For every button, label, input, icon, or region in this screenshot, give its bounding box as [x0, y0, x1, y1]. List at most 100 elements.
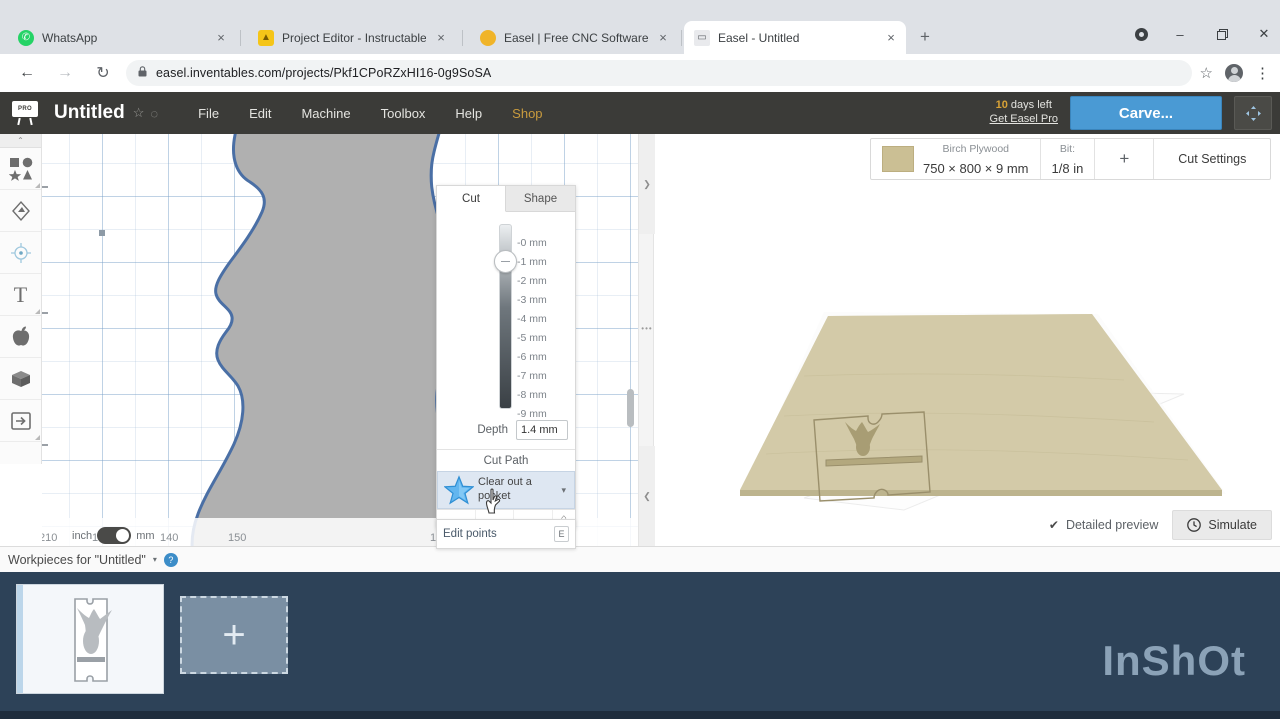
reload-button[interactable]: ↻: [88, 58, 118, 88]
saving-spinner-icon: ◌: [150, 105, 159, 121]
whatsapp-icon: ✆: [18, 29, 34, 46]
page-title: Untitled: [54, 102, 125, 123]
tab-close-button[interactable]: ×: [432, 29, 450, 47]
new-tab-button[interactable]: +: [914, 26, 936, 48]
menu-file[interactable]: File: [198, 106, 219, 121]
box-icon: [11, 371, 30, 387]
maximize-button[interactable]: [1212, 24, 1232, 44]
browser-tab-instructables[interactable]: ▲ Project Editor - Instructables ×: [248, 21, 456, 54]
plus-icon: +: [1119, 149, 1130, 168]
easel-window-icon: ▭: [694, 29, 710, 46]
slider-tick: -1 mm: [517, 256, 547, 268]
detailed-preview-label: Detailed preview: [1065, 518, 1159, 532]
bit-label: Bit:: [1059, 143, 1075, 156]
text-tool-button[interactable]: T: [0, 274, 41, 316]
browser-menu-icon[interactable]: ⋮: [1255, 64, 1270, 82]
forward-button[interactable]: →: [50, 58, 80, 88]
simulate-label: Simulate: [1208, 518, 1257, 532]
menu-edit[interactable]: Edit: [249, 106, 271, 121]
menu-toolbox[interactable]: Toolbox: [381, 106, 426, 121]
pen-tool-button[interactable]: [0, 190, 41, 232]
tab-cut[interactable]: Cut: [437, 186, 506, 212]
address-bar[interactable]: easel.inventables.com/projects/Pkf1CPoRZ…: [126, 60, 1192, 86]
carve-button[interactable]: Carve...: [1070, 96, 1222, 130]
menu-machine[interactable]: Machine: [301, 106, 350, 121]
center-tool-button[interactable]: [0, 232, 41, 274]
unit-toggle[interactable]: inch mm: [72, 527, 155, 544]
trial-days-text: 10 days left: [990, 99, 1058, 113]
depth-input[interactable]: 1.4 mm: [516, 420, 568, 440]
fullscreen-button[interactable]: [1234, 96, 1272, 130]
toolbar-collapse-button[interactable]: ⌃: [0, 134, 41, 148]
tab-title: Easel | Free CNC Software | Inven: [504, 30, 648, 45]
plus-icon: +: [222, 613, 246, 657]
depth-label: Depth: [477, 424, 508, 436]
workpiece-thumbnail[interactable]: [16, 584, 164, 694]
apple-tool-button[interactable]: [0, 316, 41, 358]
slider-tick: -6 mm: [517, 351, 547, 363]
panel-splitter[interactable]: ❯ ••• ❮: [627, 134, 655, 546]
cut-panel: Cut Shape -0 mm -1 mm -2 mm -3 mm -4 mm …: [436, 185, 576, 528]
pen-icon: [11, 200, 30, 221]
tabstrip: ✆ WhatsApp × ▲ Project Editor - Instruct…: [0, 0, 1280, 54]
easel-logo-icon[interactable]: PRO: [12, 101, 40, 125]
depth-slider[interactable]: -0 mm -1 mm -2 mm -3 mm -4 mm -5 mm -6 m…: [437, 212, 575, 420]
get-easel-pro-link[interactable]: Get Easel Pro: [990, 113, 1058, 127]
bit-value: 1/8 in: [1051, 161, 1084, 176]
help-icon[interactable]: ?: [163, 552, 178, 567]
tab-close-button[interactable]: ×: [882, 29, 900, 47]
chevron-down-icon[interactable]: ▾: [153, 555, 157, 564]
tab-title: Project Editor - Instructables: [282, 30, 426, 45]
material-swatch: [882, 146, 914, 172]
edit-points-label: Edit points: [443, 528, 497, 540]
plywood-3d-model[interactable]: [654, 196, 1280, 536]
splitter-grip[interactable]: [627, 389, 634, 427]
browser-tab-easel-site[interactable]: Easel | Free CNC Software | Inven ×: [470, 21, 678, 54]
unit-toggle-switch[interactable]: [97, 527, 132, 544]
profile-avatar-icon[interactable]: [1225, 64, 1243, 82]
simulate-button[interactable]: Simulate: [1172, 510, 1272, 540]
browser-tab-easel-untitled[interactable]: ▭ Easel - Untitled ×: [684, 21, 906, 54]
tab-close-button[interactable]: ×: [654, 29, 672, 47]
back-button[interactable]: ←: [12, 58, 42, 88]
slider-tick: -2 mm: [517, 275, 547, 287]
clock-icon: [1187, 518, 1202, 532]
easel-app-header: PRO Untitled ☆ ◌ File Edit Machine Toolb…: [0, 92, 1280, 134]
add-workpiece-button[interactable]: +: [180, 596, 288, 674]
chevron-down-icon[interactable]: ▾: [561, 485, 566, 496]
3d-preview[interactable]: Birch Plywood 750 × 800 × 9 mm Bit: 1/8 …: [654, 134, 1280, 546]
close-window-button[interactable]: ✕: [1254, 24, 1274, 44]
inshot-watermark: InShOt: [1102, 637, 1246, 684]
splitter-expand-right-button[interactable]: ❯: [639, 134, 655, 234]
cut-path-dropdown[interactable]: Clear out a pocket ▾: [437, 471, 575, 514]
material-bar: Birch Plywood 750 × 800 × 9 mm Bit: 1/8 …: [870, 138, 1272, 180]
star-icon: [444, 475, 474, 505]
box-tool-button[interactable]: [0, 358, 41, 400]
workpieces-strip: + InShOt: [0, 572, 1280, 711]
material-cell[interactable]: Birch Plywood 750 × 800 × 9 mm: [871, 139, 1041, 179]
workpiece-preview-svg: [74, 598, 112, 682]
bit-cell[interactable]: Bit: 1/8 in: [1041, 139, 1096, 179]
slider-tick: -8 mm: [517, 389, 547, 401]
import-tool-button[interactable]: [0, 400, 41, 442]
cut-settings-button[interactable]: Cut Settings: [1154, 139, 1270, 179]
cut-path-value: Clear out a pocket: [478, 476, 532, 502]
tab-shape[interactable]: Shape: [506, 186, 575, 212]
favorite-star-icon[interactable]: ☆: [133, 105, 145, 121]
menu-help[interactable]: Help: [455, 106, 482, 121]
browser-tab-whatsapp[interactable]: ✆ WhatsApp ×: [8, 21, 236, 54]
tab-close-button[interactable]: ×: [212, 29, 230, 47]
bookmark-star-icon[interactable]: ☆: [1200, 64, 1213, 82]
shapes-tool-button[interactable]: [0, 148, 41, 190]
menu-shop[interactable]: Shop: [512, 106, 542, 121]
shape-handle[interactable]: [99, 230, 105, 236]
splitter-expand-left-button[interactable]: ❮: [639, 446, 655, 546]
depth-slider-knob[interactable]: [494, 250, 517, 273]
add-bit-button[interactable]: +: [1095, 139, 1155, 179]
ruler-label: 150: [228, 532, 247, 544]
minimize-button[interactable]: –: [1170, 24, 1190, 44]
edit-points-button[interactable]: Edit points E: [436, 519, 576, 549]
window-controls: – ✕: [1135, 24, 1274, 44]
detailed-preview-toggle[interactable]: ✔ Detailed preview: [1049, 518, 1158, 532]
record-dot-icon[interactable]: [1135, 27, 1148, 41]
